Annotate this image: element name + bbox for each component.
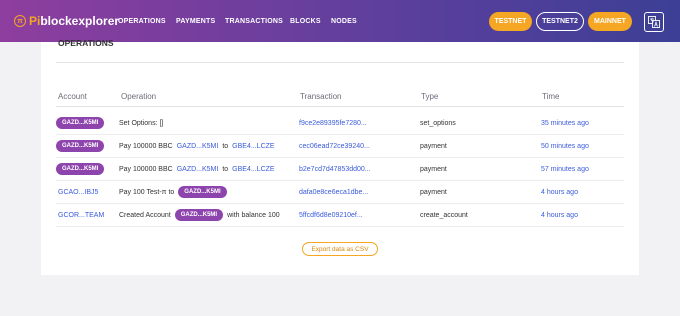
transaction-link[interactable]: 5ffcdf6d8e09210ef... [299,204,363,226]
account-link[interactable]: GCOR...TEAM [58,204,104,226]
network-mainnet-button[interactable]: MAINNET [588,12,632,31]
translate-icon [648,16,660,28]
pi-logo-icon: π [14,15,26,27]
account-link[interactable]: GAZD...K5MI [177,143,219,150]
nav-transactions[interactable]: TRANSACTIONS [225,18,283,25]
transaction-link[interactable]: dafa0e8ce6eca1dbe... [299,181,368,203]
network-testnet2-button[interactable]: TESTNET2 [536,12,584,31]
account-link[interactable]: GBE4...LCZE [232,166,274,173]
transaction-link[interactable]: f9ce2e89395fe7280... [299,112,367,134]
account-link[interactable]: GCAO...IBJ5 [58,181,98,203]
account-link[interactable]: GAZD...K5MI [177,166,219,173]
operation-text: with balance 100 [227,211,280,219]
export-csv-button[interactable]: Export data as CSV [302,242,378,256]
time-cell: 57 minutes ago [541,165,589,173]
section-title: OPERATIONS [58,38,114,48]
type-cell: payment [420,165,447,173]
language-button[interactable] [644,12,664,32]
column-header-operation: Operation [121,92,157,101]
account-badge[interactable]: GAZD...K5MI [174,209,224,221]
account-badge[interactable]: GAZD...K5MI [56,163,105,175]
operation-cell: Pay 100 Test-π to GAZD...K5MI [119,181,227,203]
column-header-account: Account [58,92,87,101]
network-testnet-button[interactable]: TESTNET [489,12,532,31]
brand-name: Piblockexplorer [29,14,120,28]
time-cell: 4 hours ago [541,211,578,219]
brand-logo[interactable]: π Piblockexplorer [14,15,119,27]
table-row: GCOR...TEAM Created Account GAZD...K5MI … [56,204,624,227]
operation-text: Created Account [119,211,171,219]
operation-cell: Pay 100000 BBC GAZD...K5MI to GBE4...LCZ… [119,158,275,180]
table-row: GCAO...IBJ5 Pay 100 Test-π to GAZD...K5M… [56,181,624,204]
table-row: GAZD...K5MI Set Options: [] f9ce2e89395f… [56,112,624,135]
column-header-transaction: Transaction [300,92,342,101]
operation-cell: Created Account GAZD...K5MI with balance… [119,204,280,226]
column-header-type: Type [421,92,439,101]
operation-text: to [222,165,229,173]
divider [56,106,624,107]
nav-nodes[interactable]: NODES [331,18,357,25]
divider [56,62,624,63]
table-row: GAZD...K5MI Pay 100000 BBC GAZD...K5MI t… [56,135,624,158]
operation-text: to [222,142,229,150]
operations-card: OPERATIONS Account Operation Transaction… [41,38,639,275]
column-header-time: Time [542,92,560,101]
account-badge[interactable]: GAZD...K5MI [178,186,227,198]
account-badge[interactable]: GAZD...K5MI [56,140,105,152]
nav-blocks[interactable]: BLOCKS [290,18,321,25]
transaction-link[interactable]: b2e7cd7d47853dd00... [299,158,371,180]
time-cell: 50 minutes ago [541,142,589,150]
operation-text: Pay 100000 BBC [119,142,173,150]
operation-text: Pay 100000 BBC [119,165,173,173]
nav-payments[interactable]: PAYMENTS [176,18,215,25]
nav-operations[interactable]: OPERATIONS [118,18,166,25]
operation-text: Pay 100 Test-π to [119,188,175,196]
transaction-link[interactable]: cec06ead72ce39240... [299,135,370,157]
type-cell: payment [420,188,447,196]
account-link[interactable]: GBE4...LCZE [232,143,274,150]
table-row: GAZD...K5MI Pay 100000 BBC GAZD...K5MI t… [56,158,624,181]
type-cell: create_account [420,211,468,219]
type-cell: payment [420,142,447,150]
top-navbar: π Piblockexplorer OPERATIONS PAYMENTS TR… [0,0,680,42]
time-cell: 4 hours ago [541,188,578,196]
operation-cell: Set Options: [] [119,112,163,134]
operation-cell: Pay 100000 BBC GAZD...K5MI to GBE4...LCZ… [119,135,275,157]
type-cell: set_options [420,119,456,127]
time-cell: 35 minutes ago [541,119,589,127]
account-badge[interactable]: GAZD...K5MI [56,117,105,129]
operation-text: Set Options: [] [119,119,164,127]
